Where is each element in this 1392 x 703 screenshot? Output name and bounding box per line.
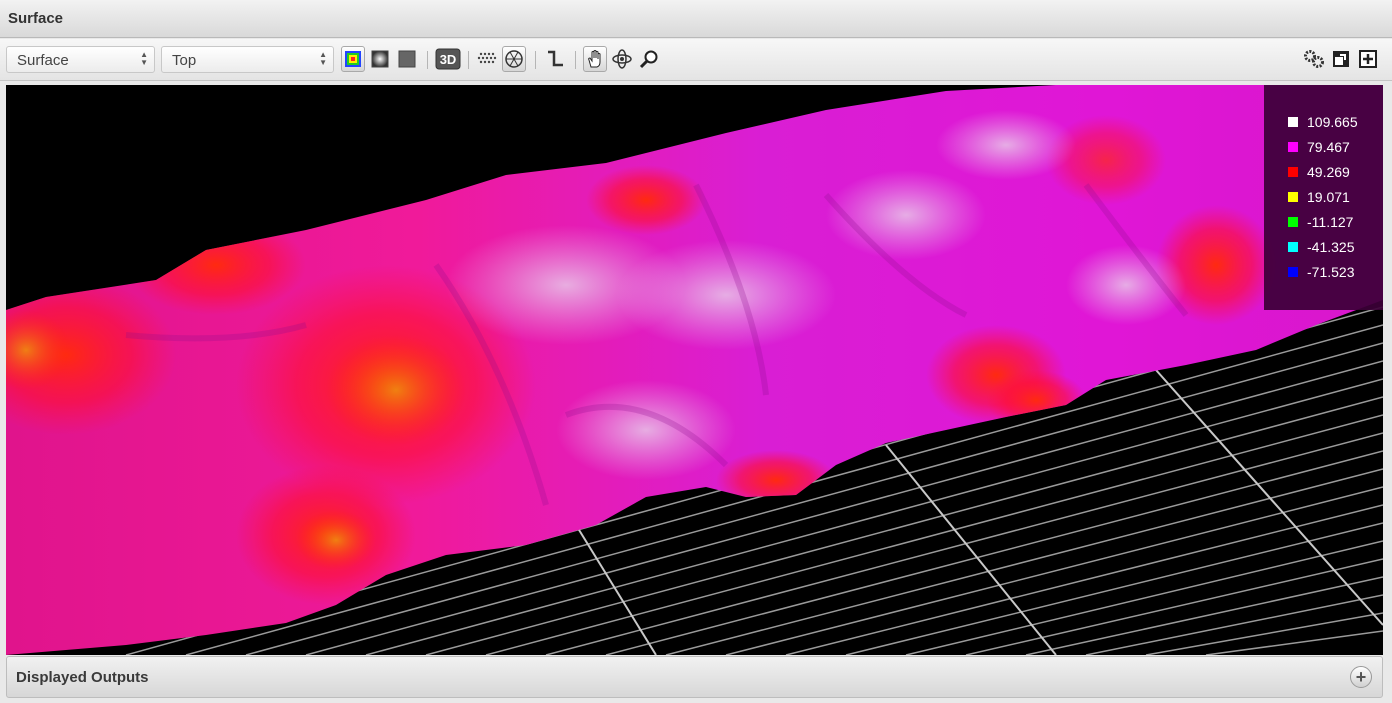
legend-label: -11.127 bbox=[1307, 214, 1354, 230]
rotate-button[interactable] bbox=[610, 46, 634, 72]
legend-item: 79.467 bbox=[1288, 138, 1350, 156]
legend-label: 109.665 bbox=[1307, 114, 1358, 130]
view-select[interactable]: Surface ▲ ▼ bbox=[6, 46, 155, 73]
color-map-button[interactable] bbox=[341, 46, 365, 72]
legend-label: 49.269 bbox=[1307, 164, 1350, 180]
solid-button[interactable] bbox=[395, 46, 419, 72]
legend-item: 109.665 bbox=[1288, 113, 1358, 131]
gradient-icon bbox=[371, 50, 389, 68]
legend-label: 79.467 bbox=[1307, 139, 1350, 155]
displayed-outputs-label: Displayed Outputs bbox=[16, 669, 149, 686]
settings-button[interactable] bbox=[1302, 46, 1326, 72]
legend-item: -41.325 bbox=[1288, 238, 1354, 256]
pan-button[interactable] bbox=[583, 46, 607, 72]
profile-button[interactable] bbox=[543, 46, 567, 72]
select-arrows-icon: ▲ ▼ bbox=[319, 50, 327, 67]
toolbar-separator bbox=[535, 51, 536, 69]
toolbar: Surface ▲ ▼ Top ▲ ▼ 3D bbox=[0, 39, 1392, 81]
3d-button[interactable]: 3D bbox=[434, 46, 462, 72]
3d-label: 3D bbox=[440, 52, 457, 67]
expand-icon[interactable]: + bbox=[1350, 666, 1372, 688]
settings-icon bbox=[1304, 50, 1324, 68]
window-button[interactable] bbox=[1329, 46, 1353, 72]
mesh-button[interactable] bbox=[475, 46, 499, 72]
legend-item: -11.127 bbox=[1288, 213, 1353, 231]
rotate-icon bbox=[612, 49, 632, 69]
toolbar-separator bbox=[427, 51, 428, 69]
view-select-value: Surface bbox=[17, 52, 69, 69]
window-icon bbox=[1333, 51, 1349, 67]
color-legend: 109.665 79.467 49.269 19.071 -11.127 -41… bbox=[1264, 85, 1383, 310]
legend-swatch bbox=[1288, 242, 1298, 252]
gradient-button[interactable] bbox=[368, 46, 392, 72]
wireframe-icon bbox=[505, 50, 523, 68]
legend-swatch bbox=[1288, 217, 1298, 227]
legend-label: 19.071 bbox=[1307, 189, 1350, 205]
legend-swatch bbox=[1288, 142, 1298, 152]
zoom-button[interactable] bbox=[637, 46, 661, 72]
legend-swatch bbox=[1288, 192, 1298, 202]
mesh-icon bbox=[477, 52, 497, 64]
displayed-outputs-panel[interactable]: Displayed Outputs + bbox=[6, 656, 1383, 698]
legend-swatch bbox=[1288, 167, 1298, 177]
toolbar-separator bbox=[468, 51, 469, 69]
orientation-select-value: Top bbox=[172, 52, 197, 69]
3d-icon: 3D bbox=[435, 48, 461, 70]
toolbar-separator bbox=[575, 51, 576, 69]
profile-icon bbox=[548, 50, 563, 67]
add-panel-icon bbox=[1359, 50, 1377, 68]
select-arrows-icon: ▲ ▼ bbox=[140, 50, 148, 67]
legend-item: -71.523 bbox=[1288, 263, 1354, 281]
legend-label: -41.325 bbox=[1307, 239, 1355, 255]
zoom-icon bbox=[639, 50, 658, 69]
legend-swatch bbox=[1288, 267, 1298, 277]
height-surface bbox=[6, 85, 1383, 655]
legend-item: 49.269 bbox=[1288, 163, 1350, 181]
legend-item: 19.071 bbox=[1288, 188, 1350, 206]
wireframe-button[interactable] bbox=[502, 46, 526, 72]
window-titlebar: Surface bbox=[0, 0, 1392, 38]
solid-icon bbox=[398, 50, 416, 68]
add-panel-button[interactable] bbox=[1356, 46, 1380, 72]
pan-icon bbox=[588, 50, 601, 68]
window-title: Surface bbox=[8, 10, 64, 27]
legend-label: -71.523 bbox=[1307, 264, 1355, 280]
legend-swatch bbox=[1288, 117, 1298, 127]
surface-3d-viewport[interactable]: 109.665 79.467 49.269 19.071 -11.127 -41… bbox=[6, 85, 1383, 655]
color-map-icon bbox=[345, 51, 361, 67]
surface-render bbox=[6, 85, 1383, 655]
orientation-select[interactable]: Top ▲ ▼ bbox=[161, 46, 334, 73]
